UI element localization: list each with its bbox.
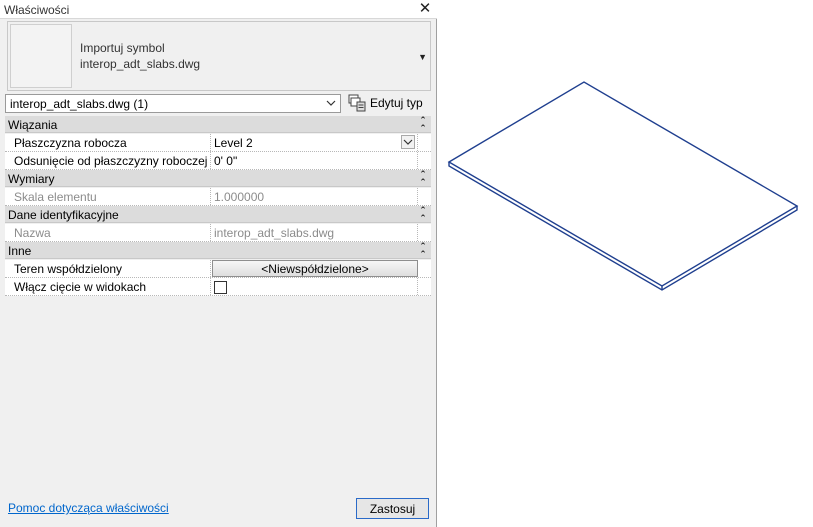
property-name: Teren współdzielony [5, 260, 211, 277]
group-header-identity-data[interactable]: Dane identyfikacyjne ⌃ ⌃ [5, 206, 431, 223]
properties-help-link[interactable]: Pomoc dotycząca właściwości [8, 501, 169, 515]
property-name: Odsunięcie od płaszczyzny roboczej [5, 152, 211, 169]
chevron-down-icon [326, 100, 336, 106]
properties-grid: Wiązania ⌃ ⌃ Płaszczyzna robocza Level 2 … [5, 116, 431, 296]
group-title: Inne [8, 244, 32, 258]
instance-filter-value: interop_adt_slabs.dwg (1) [10, 97, 149, 111]
property-name: Płaszczyzna robocza [5, 134, 211, 151]
property-row-shared-site[interactable]: Teren współdzielony <Niewspółdzielone> [5, 260, 431, 278]
property-value-offset[interactable]: 0' 0" [212, 152, 418, 169]
drawing-area[interactable] [438, 0, 813, 527]
type-family-label: Importuj symbol [80, 41, 165, 55]
close-icon[interactable]: ✕ [417, 0, 433, 18]
group-header-constraints[interactable]: Wiązania ⌃ ⌃ [5, 116, 431, 133]
edit-type-label: Edytuj typ [370, 96, 423, 110]
group-header-dimensions[interactable]: Wymiary ⌃ ⌃ [5, 170, 431, 187]
shared-site-button[interactable]: <Niewspółdzielone> [212, 260, 418, 277]
property-value-name: interop_adt_slabs.dwg [212, 224, 418, 241]
properties-palette: Właściwości ✕ Importuj symbol interop_ad… [0, 0, 437, 527]
property-row-work-plane[interactable]: Płaszczyzna robocza Level 2 [5, 134, 431, 152]
collapse-icon[interactable]: ⌃ ⌃ [418, 206, 428, 223]
type-name-label: interop_adt_slabs.dwg [80, 57, 201, 71]
collapse-icon[interactable]: ⌃ ⌃ [418, 242, 428, 259]
group-title: Dane identyfikacyjne [8, 208, 119, 222]
cut-in-views-checkbox[interactable] [214, 281, 227, 294]
property-value-work-plane[interactable]: Level 2 [212, 134, 418, 151]
group-header-other[interactable]: Inne ⌃ ⌃ [5, 242, 431, 259]
slab-top-face [447, 81, 799, 287]
property-row-element-scale: Skala elementu 1.000000 [5, 188, 431, 206]
property-row-name: Nazwa interop_adt_slabs.dwg [5, 224, 431, 242]
property-name: Skala elementu [5, 188, 211, 205]
property-name: Włącz cięcie w widokach [5, 278, 211, 295]
dropdown-arrow-icon[interactable]: ▼ [418, 52, 427, 62]
chevron-down-icon [403, 139, 413, 145]
edit-type-button[interactable]: Edytuj typ [347, 92, 429, 114]
collapse-icon[interactable]: ⌃ ⌃ [418, 116, 428, 133]
palette-titlebar[interactable]: Właściwości ✕ [0, 0, 437, 19]
collapse-icon[interactable]: ⌃ ⌃ [418, 170, 428, 187]
apply-button[interactable]: Zastosuj [356, 498, 429, 519]
property-value: Level 2 [214, 136, 253, 150]
edit-type-icon [348, 94, 366, 112]
group-title: Wiązania [8, 118, 58, 132]
slab-3d-view[interactable] [438, 0, 813, 527]
property-row-offset[interactable]: Odsunięcie od płaszczyzny roboczej 0' 0" [5, 152, 431, 170]
property-value-element-scale: 1.000000 [212, 188, 418, 205]
property-value-cut-in-views[interactable] [212, 278, 418, 295]
property-name: Nazwa [5, 224, 211, 241]
type-thumbnail [10, 24, 72, 88]
group-title: Wymiary [8, 172, 55, 186]
slab-bottom-edge [448, 162, 798, 291]
work-plane-dropdown-button[interactable] [401, 135, 415, 149]
palette-title: Właściwości [4, 3, 70, 17]
property-row-cut-in-views[interactable]: Włącz cięcie w widokach [5, 278, 431, 296]
instance-filter-dropdown[interactable]: interop_adt_slabs.dwg (1) [5, 94, 341, 113]
type-selector-preview[interactable]: Importuj symbol interop_adt_slabs.dwg ▼ [7, 21, 431, 91]
